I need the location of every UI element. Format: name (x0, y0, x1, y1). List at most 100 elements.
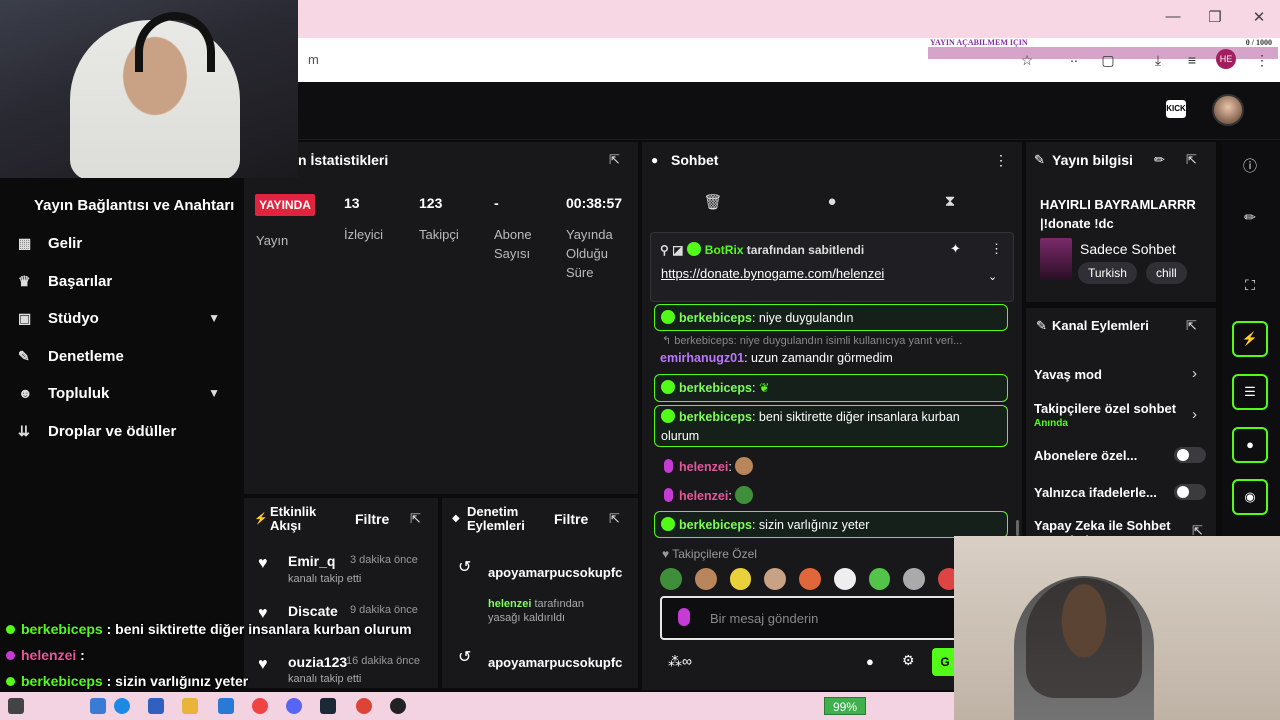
overlay-chat-line: berkebiceps : sizin varlığınız yeter (6, 673, 248, 689)
stat-subs-label: Abone Sayısı (494, 227, 532, 261)
discord-icon[interactable] (286, 698, 302, 714)
sidebar-item-label: Denetleme (48, 347, 124, 365)
edge-icon[interactable] (114, 698, 130, 714)
browser-menu-icon[interactable]: ⋮ (1252, 52, 1272, 69)
pin-icon[interactable]: ✦ (950, 241, 961, 257)
sidebar-item-stream-key[interactable]: Yayın Bağlantısı ve Anahtarı (34, 197, 234, 214)
badge-icon (661, 517, 675, 531)
followers-only-option[interactable]: Takipçilere özel sohbet (1034, 401, 1184, 416)
sidebar-item-drops[interactable]: ⇊ Droplar ve ödüller (18, 419, 228, 443)
emote-icon[interactable] (764, 568, 787, 590)
app-icon[interactable] (148, 698, 164, 714)
chat-bubble-icon[interactable]: ● (866, 654, 874, 669)
badge-icon (6, 651, 15, 660)
sidebar-item-moderation[interactable]: ✎ Denetleme (18, 344, 228, 368)
emote-menu-icon[interactable]: ⁂∞ (668, 653, 692, 670)
sidebar-item-community[interactable]: ☻ Topluluk ▼ (18, 381, 228, 405)
badge-icon (661, 310, 675, 324)
chevron-right-icon[interactable]: › (1192, 365, 1197, 382)
popout-icon[interactable]: ⇱ (410, 511, 421, 527)
info-icon[interactable]: ⓘ (1240, 156, 1260, 176)
hourglass-icon[interactable]: ⧗ (940, 193, 960, 210)
close-window-button[interactable]: ✕ (1244, 8, 1274, 26)
chevron-right-icon[interactable]: › (1192, 406, 1197, 423)
quick-action-broadcast-button[interactable]: ◉ (1232, 479, 1268, 515)
tag[interactable]: Turkish (1078, 262, 1137, 284)
chat-username: berkebiceps (679, 381, 752, 395)
tag[interactable]: chill (1146, 262, 1187, 284)
chevron-down-icon[interactable]: ⌄ (988, 270, 997, 283)
chat-message[interactable]: berkebiceps: niye duygulandın (654, 304, 1008, 331)
chat-message[interactable]: berkebiceps: beni siktirette diğer insan… (654, 405, 1008, 447)
chat-message[interactable]: berkebiceps: sizin varlığınız yeter (654, 511, 1008, 538)
gear-icon[interactable]: ⚙ (902, 652, 915, 669)
minimize-button[interactable]: — (1158, 8, 1188, 25)
emote-icon[interactable] (660, 568, 682, 590)
edit-icon[interactable]: ✏ (1240, 209, 1260, 229)
app-icon[interactable] (90, 698, 106, 714)
chat-input[interactable]: Bir mesaj gönderin (660, 596, 960, 640)
emote-only-toggle[interactable] (1174, 484, 1206, 500)
star-icon[interactable]: ☆ (1017, 52, 1037, 69)
slow-mode-option[interactable]: Yavaş mod (1034, 367, 1102, 382)
extension-dots-icon[interactable]: ∙∙ (1064, 52, 1084, 68)
quick-action-lightning-button[interactable]: ⚡ (1232, 321, 1268, 357)
moderation-filter-button[interactable]: Filtre (554, 511, 588, 527)
mic-badge-icon (664, 488, 673, 502)
reply-reference: ↰ berkebiceps: niye duygulandın isimli k… (662, 335, 963, 347)
edit-icon[interactable]: ✏ (1154, 152, 1165, 168)
sidebar-item-revenue[interactable]: ▦ Gelir (18, 231, 228, 255)
obs-icon[interactable] (390, 698, 406, 714)
steam-icon[interactable] (320, 698, 336, 714)
stat-followers-value: 123 (419, 195, 443, 211)
browser-profile-avatar[interactable]: HE (1216, 49, 1236, 69)
activity-filter-button[interactable]: Filtre (355, 511, 389, 527)
popout-icon[interactable]: ⇱ (609, 511, 620, 527)
popout-icon[interactable]: ⇱ (609, 152, 620, 168)
playlist-icon[interactable]: ≡ (1182, 52, 1202, 68)
feed-name: Emir_q (288, 553, 336, 569)
followers-only-sub: Anında (1034, 418, 1068, 429)
emote-icon[interactable] (833, 568, 856, 590)
chat-text: : uzun zamandır görmedim (744, 351, 893, 365)
sidebar-item-achievements[interactable]: ♛ Başarılar (18, 269, 228, 293)
category-name[interactable]: Sadece Sohbet (1080, 241, 1176, 257)
emote-icon[interactable] (799, 568, 821, 590)
chat-bubble-icon[interactable]: ● (822, 193, 842, 210)
quick-action-notes-button[interactable]: ☰ (1232, 374, 1268, 410)
chat-message[interactable]: emirhanugz01: uzun zamandır görmedim (660, 351, 893, 365)
pinned-link[interactable]: https://donate.bynogame.com/helenzei (661, 266, 884, 281)
chat-scrollbar[interactable] (1016, 520, 1019, 536)
popout-icon[interactable]: ⇱ (1186, 152, 1197, 168)
chat-menu-icon[interactable]: ⋮ (994, 152, 1008, 169)
popout-icon[interactable]: ⇱ (1186, 318, 1197, 334)
ai-moderation-option[interactable]: Yapay Zeka ile Sohbet Denetimi (1034, 518, 1194, 536)
folder-icon[interactable] (182, 698, 198, 714)
emote-icon (735, 486, 754, 504)
emote-icon[interactable] (729, 568, 752, 590)
emote-icon[interactable] (868, 568, 891, 590)
pin-menu-icon[interactable]: ⋮ (990, 241, 1003, 257)
extensions-icon[interactable]: ▢ (1098, 52, 1118, 69)
sidebar-item-studio[interactable]: ▣ Stüdyo ▼ (18, 306, 228, 330)
start-icon[interactable] (8, 698, 24, 714)
subs-only-toggle[interactable] (1174, 447, 1206, 463)
chat-message[interactable]: helenzei: (664, 457, 754, 475)
download-icon[interactable]: ⤓ (1148, 52, 1168, 69)
quick-action-chat-button[interactable]: ● (1232, 427, 1268, 463)
maximize-button[interactable]: ❐ (1200, 8, 1230, 26)
chat-message[interactable]: helenzei: (664, 486, 754, 504)
live-badge: YAYINDA (255, 194, 315, 216)
emote-icon[interactable] (694, 568, 717, 590)
chrome-icon[interactable] (252, 698, 268, 714)
mail-icon[interactable] (218, 698, 234, 714)
sidebar-item-label: Topluluk (48, 384, 110, 402)
kick-logo[interactable]: KICK (1166, 100, 1186, 118)
feed-time: 3 dakika önce (350, 554, 418, 566)
user-avatar[interactable] (1212, 94, 1244, 126)
chrome-icon[interactable] (356, 698, 372, 714)
emote-icon[interactable] (903, 568, 926, 590)
chat-message[interactable]: berkebiceps: ❦ (654, 374, 1008, 402)
trash-icon[interactable]: 🗑 (703, 193, 723, 211)
screenshot-icon[interactable]: ⛶ (1240, 277, 1260, 297)
